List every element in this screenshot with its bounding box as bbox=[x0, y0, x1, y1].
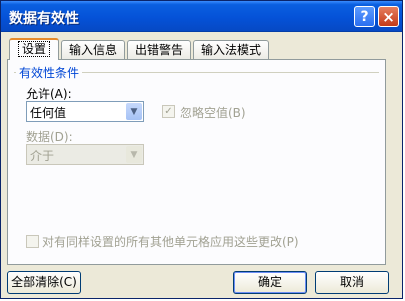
tab-error-alert-label: 出错警告 bbox=[134, 43, 183, 57]
checkmark-icon: ✓ bbox=[164, 106, 173, 117]
ignore-blank-label: 忽略空值(B) bbox=[180, 106, 246, 120]
allow-label: 允许(A): bbox=[26, 87, 72, 101]
allow-select[interactable]: 任何值 ▼ bbox=[26, 101, 144, 122]
apply-all-checkbox[interactable] bbox=[26, 235, 39, 248]
validation-criteria-group: 有效性条件 允许(A): 任何值 ▼ ✓ 忽略空值(B) 数据(D): 介于 ▼… bbox=[14, 64, 379, 251]
title-bar: 数据有效性 ? × bbox=[1, 1, 402, 32]
apply-all-label: 对有同样设置的所有其他单元格应用这些更改(P) bbox=[42, 235, 299, 249]
chevron-down-icon: ▼ bbox=[126, 146, 142, 163]
allow-value: 任何值 bbox=[30, 106, 67, 120]
tab-error-alert[interactable]: 出错警告 bbox=[127, 40, 191, 59]
data-label: 数据(D): bbox=[26, 130, 73, 144]
tab-ime-mode[interactable]: 输入法模式 bbox=[193, 40, 269, 59]
settings-panel: 有效性条件 允许(A): 任何值 ▼ ✓ 忽略空值(B) 数据(D): 介于 ▼… bbox=[7, 59, 386, 265]
data-select[interactable]: 介于 ▼ bbox=[26, 144, 144, 165]
ok-button[interactable]: 确定 bbox=[233, 271, 307, 294]
tab-settings[interactable]: 设置 bbox=[9, 38, 59, 60]
clear-all-button[interactable]: 全部清除(C) bbox=[7, 271, 81, 294]
help-button[interactable]: ? bbox=[354, 6, 375, 27]
data-value: 介于 bbox=[30, 149, 55, 163]
help-icon: ? bbox=[360, 8, 369, 25]
group-title: 有效性条件 bbox=[16, 64, 83, 81]
ignore-blank-checkbox[interactable]: ✓ bbox=[162, 105, 175, 118]
cancel-button[interactable]: 取消 bbox=[315, 271, 389, 294]
close-icon: × bbox=[382, 7, 395, 26]
dialog-title: 数据有效性 bbox=[9, 11, 79, 27]
tab-input-message-label: 输入信息 bbox=[68, 43, 117, 57]
close-button[interactable]: × bbox=[378, 6, 399, 27]
data-validation-dialog: 数据有效性 ? × 设置 输入信息 出错警告 输入法模式 有效性条件 允许(A)… bbox=[0, 0, 403, 299]
chevron-down-icon: ▼ bbox=[126, 103, 142, 120]
tab-settings-label: 设置 bbox=[17, 41, 50, 57]
tab-input-message[interactable]: 输入信息 bbox=[61, 40, 125, 59]
tab-ime-mode-label: 输入法模式 bbox=[200, 43, 261, 57]
